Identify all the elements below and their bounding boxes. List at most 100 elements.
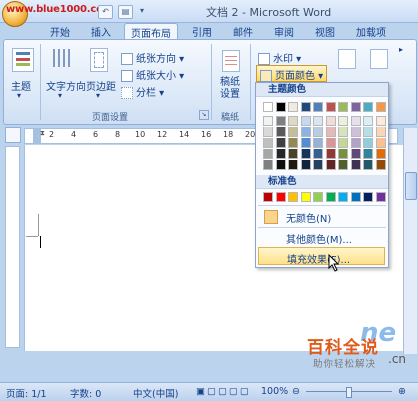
color-swatch[interactable] [375, 102, 386, 112]
draft-paper-settings-button[interactable]: 稿纸 设置 [220, 77, 240, 101]
color-swatch[interactable] [375, 192, 386, 202]
color-swatch[interactable] [375, 127, 386, 137]
qat-dropdown-icon[interactable]: ▾ [138, 5, 146, 17]
color-swatch[interactable] [288, 149, 298, 159]
color-swatch[interactable] [300, 102, 311, 112]
color-swatch[interactable] [300, 192, 311, 202]
color-swatch[interactable] [288, 160, 298, 170]
zoom-slider-thumb[interactable] [346, 387, 352, 398]
color-swatch[interactable] [363, 102, 373, 112]
vertical-scrollbar[interactable] [403, 128, 417, 354]
color-swatch[interactable] [350, 127, 361, 137]
text-direction-button[interactable]: 文字方向 [46, 78, 86, 93]
color-swatch[interactable] [325, 102, 336, 112]
color-swatch[interactable] [313, 160, 323, 170]
color-swatch[interactable] [363, 192, 373, 202]
fill-effects-item[interactable]: 填充效果(F)... [258, 247, 385, 266]
word-count[interactable]: 字数: 0 [70, 386, 101, 400]
color-swatch[interactable] [350, 192, 361, 202]
color-swatch[interactable] [288, 192, 298, 202]
color-swatch[interactable] [325, 149, 336, 159]
color-swatch[interactable] [275, 149, 286, 159]
color-swatch[interactable] [325, 138, 336, 148]
indent-marker-icon[interactable]: ⧗ [40, 129, 45, 138]
color-swatch[interactable] [300, 149, 311, 159]
color-swatch[interactable] [313, 138, 323, 148]
color-swatch[interactable] [363, 127, 373, 137]
color-swatch[interactable] [350, 149, 361, 159]
margins-button[interactable]: 页边距 [86, 78, 116, 93]
tab-mailings[interactable]: 邮件 [227, 23, 259, 39]
margins-dropdown-icon[interactable]: ▾ [96, 91, 100, 100]
text-direction-icon[interactable] [50, 46, 74, 70]
color-swatch[interactable] [313, 116, 323, 126]
color-swatch[interactable] [275, 160, 286, 170]
color-swatch[interactable] [325, 192, 336, 202]
color-swatch[interactable] [375, 149, 386, 159]
color-swatch[interactable] [263, 149, 273, 159]
watermark-button[interactable]: 水印 ▾ [258, 50, 301, 65]
tab-review[interactable]: 审阅 [268, 23, 300, 39]
color-swatch[interactable] [313, 149, 323, 159]
tab-addins[interactable]: 加载项 [350, 23, 392, 39]
indent-icon[interactable] [338, 49, 356, 69]
page-color-button[interactable]: 页面颜色 ▾ [256, 65, 328, 82]
tab-insert[interactable]: 插入 [85, 23, 117, 39]
color-swatch[interactable] [300, 127, 311, 137]
view-buttons-icon[interactable]: ▣▢▢▢▢ [196, 386, 251, 397]
theme-icon[interactable] [12, 48, 34, 72]
page-count[interactable]: 页面: 1/1 [6, 386, 47, 400]
color-swatch[interactable] [288, 116, 298, 126]
color-swatch[interactable] [288, 102, 298, 112]
color-swatch[interactable] [350, 102, 361, 112]
color-swatch[interactable] [363, 149, 373, 159]
columns-button[interactable]: 分栏 ▾ [121, 84, 164, 99]
color-swatch[interactable] [338, 160, 348, 170]
color-swatch[interactable] [325, 160, 336, 170]
ribbon-scroll-icon[interactable]: ▸ [399, 45, 403, 54]
margins-icon[interactable] [90, 48, 108, 72]
draft-paper-icon[interactable] [222, 50, 240, 72]
language-indicator[interactable]: 中文(中国) [133, 386, 178, 400]
more-colors-item[interactable]: 其他颜色(M)... [258, 228, 385, 246]
color-swatch[interactable] [288, 138, 298, 148]
text-direction-dropdown-icon[interactable]: ▾ [58, 91, 62, 100]
color-swatch[interactable] [263, 116, 273, 126]
tab-page-layout[interactable]: 页面布局 [124, 23, 178, 40]
undo-icon[interactable]: ↶ [98, 5, 113, 19]
color-swatch[interactable] [363, 138, 373, 148]
color-swatch[interactable] [375, 138, 386, 148]
color-swatch[interactable] [263, 160, 273, 170]
color-swatch[interactable] [263, 192, 273, 202]
open-folder-icon[interactable]: ▤ [118, 5, 133, 19]
no-color-item[interactable]: 无颜色(N) [258, 207, 385, 225]
color-swatch[interactable] [313, 192, 323, 202]
color-swatch[interactable] [275, 127, 286, 137]
page-setup-launcher-icon[interactable]: ↘ [199, 110, 209, 120]
color-swatch[interactable] [338, 127, 348, 137]
color-swatch[interactable] [350, 116, 361, 126]
color-swatch[interactable] [338, 138, 348, 148]
scrollbar-thumb[interactable] [405, 172, 417, 200]
color-swatch[interactable] [363, 116, 373, 126]
color-swatch[interactable] [300, 116, 311, 126]
color-swatch[interactable] [313, 102, 323, 112]
color-swatch[interactable] [338, 116, 348, 126]
color-swatch[interactable] [350, 160, 361, 170]
color-swatch[interactable] [300, 138, 311, 148]
color-swatch[interactable] [263, 102, 273, 112]
color-swatch[interactable] [288, 127, 298, 137]
color-swatch[interactable] [338, 149, 348, 159]
color-swatch[interactable] [363, 160, 373, 170]
orientation-button[interactable]: 纸张方向 ▾ [121, 50, 184, 65]
color-swatch[interactable] [275, 116, 286, 126]
zoom-out-icon[interactable]: ⊖ [292, 386, 300, 397]
tab-stop-selector[interactable] [5, 127, 21, 143]
color-swatch[interactable] [325, 116, 336, 126]
color-swatch[interactable] [275, 192, 286, 202]
color-swatch[interactable] [263, 127, 273, 137]
arrange-icon[interactable] [370, 49, 388, 69]
color-swatch[interactable] [300, 160, 311, 170]
zoom-level[interactable]: 100% [261, 386, 288, 397]
color-swatch[interactable] [263, 138, 273, 148]
